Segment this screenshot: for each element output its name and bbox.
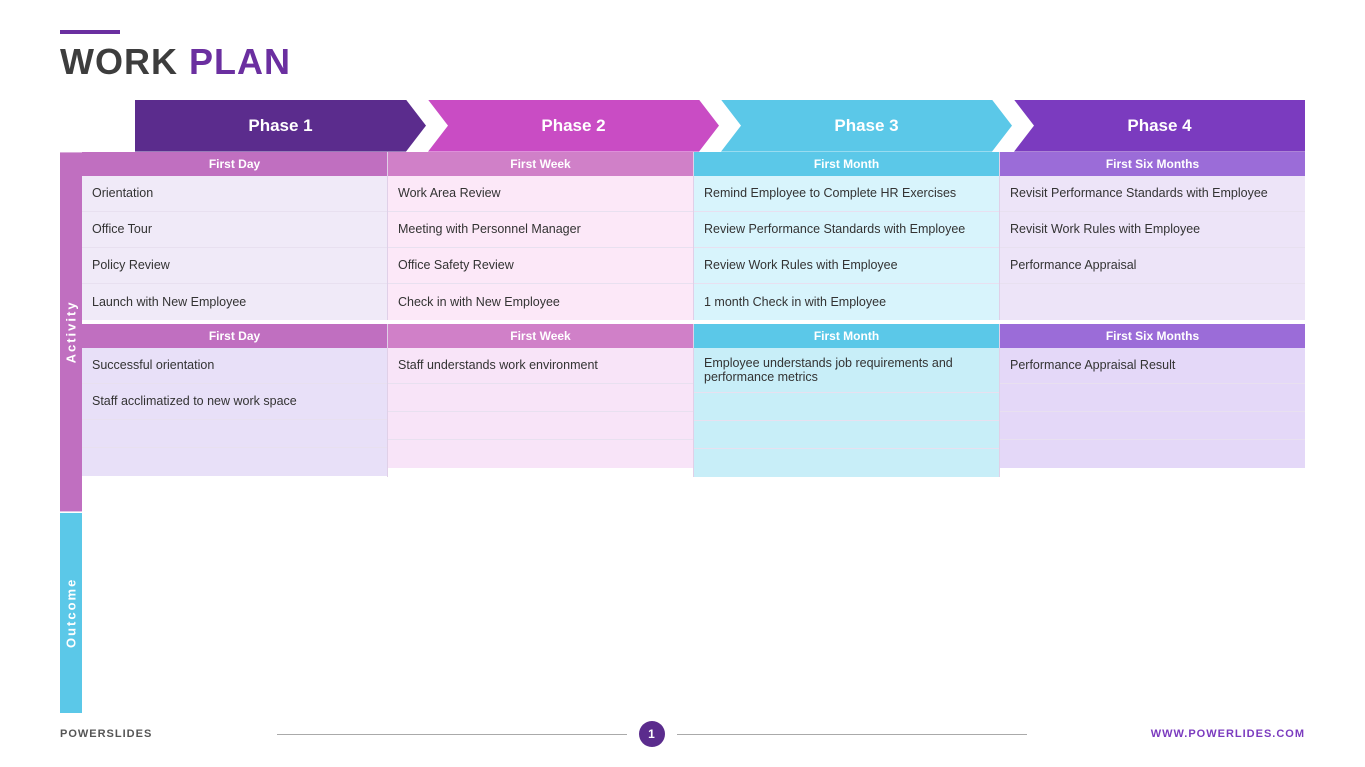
footer-brand-right: WWW.POWERLIDES.COM [1151, 728, 1305, 740]
outcome-col-1: First Day Successful orientation Staff a… [82, 324, 388, 477]
activity-cell: Performance Appraisal [1000, 248, 1305, 284]
outcome-col-3: First Month Employee understands job req… [694, 324, 1000, 477]
side-labels: Activity Outcome [60, 152, 82, 713]
outcome-cell: Performance Appraisal Result [1000, 348, 1305, 384]
title-word1: WORK [60, 41, 189, 82]
activity-cell: Office Safety Review [388, 248, 693, 284]
title-word2: PLAN [189, 41, 291, 82]
phase-4-header: Phase 4 [1014, 100, 1305, 152]
outcome-cell [388, 440, 693, 468]
outcome-cell [1000, 384, 1305, 412]
table-grid: First Day Orientation Office Tour Policy… [82, 152, 1305, 713]
activity-cell: Meeting with Personnel Manager [388, 212, 693, 248]
outcome-col4-header: First Six Months [1000, 324, 1305, 348]
outcome-cell [82, 448, 387, 476]
phase-3-header: Phase 3 [721, 100, 1012, 152]
outcome-col3-header: First Month [694, 324, 999, 348]
footer-line-right [677, 734, 1027, 735]
activity-cell: Check in with New Employee [388, 284, 693, 320]
activity-cell: Revisit Work Rules with Employee [1000, 212, 1305, 248]
outcome-cell [694, 421, 999, 449]
activity-cell [1000, 284, 1305, 320]
header: WORK PLAN [60, 30, 1305, 82]
footer-center: 1 [277, 721, 1027, 747]
activity-section: First Day Orientation Office Tour Policy… [82, 152, 1305, 322]
header-accent-line [60, 30, 120, 34]
activity-cell: Office Tour [82, 212, 387, 248]
activity-cell: 1 month Check in with Employee [694, 284, 999, 320]
footer: POWERSLIDES 1 WWW.POWERLIDES.COM [60, 713, 1305, 747]
outcome-cell: Employee understands job requirements an… [694, 348, 999, 393]
activity-col1-header: First Day [82, 152, 387, 176]
footer-brand-left: POWERSLIDES [60, 728, 152, 740]
outcome-cell [694, 393, 999, 421]
page-title: WORK PLAN [60, 42, 1305, 82]
content-area: Activity Outcome First Day Orientation O… [60, 152, 1305, 713]
outcome-cell [388, 412, 693, 440]
phase-2-header: Phase 2 [428, 100, 719, 152]
activity-cell: Revisit Performance Standards with Emplo… [1000, 176, 1305, 212]
outcome-cell: Successful orientation [82, 348, 387, 384]
phase-row: Phase 1 Phase 2 Phase 3 Phase 4 [135, 100, 1305, 152]
activity-cell: Orientation [82, 176, 387, 212]
outcome-col-2: First Week Staff understands work enviro… [388, 324, 694, 477]
activity-col2-header: First Week [388, 152, 693, 176]
outcome-cell [388, 384, 693, 412]
activity-col-3: First Month Remind Employee to Complete … [694, 152, 1000, 320]
activity-cell: Policy Review [82, 248, 387, 284]
footer-line-left [277, 734, 627, 735]
activity-col-1: First Day Orientation Office Tour Policy… [82, 152, 388, 320]
activity-cell: Remind Employee to Complete HR Exercises [694, 176, 999, 212]
activity-cell: Work Area Review [388, 176, 693, 212]
outcome-cell [1000, 440, 1305, 468]
activity-col3-header: First Month [694, 152, 999, 176]
footer-page-number: 1 [639, 721, 665, 747]
outcome-col-4: First Six Months Performance Appraisal R… [1000, 324, 1305, 477]
outcome-cell [82, 420, 387, 448]
outcome-col1-header: First Day [82, 324, 387, 348]
outcome-col2-header: First Week [388, 324, 693, 348]
activity-col-2: First Week Work Area Review Meeting with… [388, 152, 694, 320]
outcome-side-label: Outcome [60, 513, 82, 713]
phase-1-header: Phase 1 [135, 100, 426, 152]
outcome-section: First Day Successful orientation Staff a… [82, 324, 1305, 477]
activity-cell: Review Performance Standards with Employ… [694, 212, 999, 248]
outcome-cell [1000, 412, 1305, 440]
outcome-cell: Staff acclimatized to new work space [82, 384, 387, 420]
activity-col-4: First Six Months Revisit Performance Sta… [1000, 152, 1305, 320]
activity-cell: Review Work Rules with Employee [694, 248, 999, 284]
activity-col4-header: First Six Months [1000, 152, 1305, 176]
activity-cell: Launch with New Employee [82, 284, 387, 320]
outcome-cell [694, 449, 999, 477]
outcome-cell: Staff understands work environment [388, 348, 693, 384]
activity-side-label: Activity [60, 152, 82, 511]
table-wrapper: Phase 1 Phase 2 Phase 3 Phase 4 Activity… [60, 100, 1305, 713]
page: WORK PLAN Phase 1 Phase 2 Phase 3 Phase … [0, 0, 1365, 767]
